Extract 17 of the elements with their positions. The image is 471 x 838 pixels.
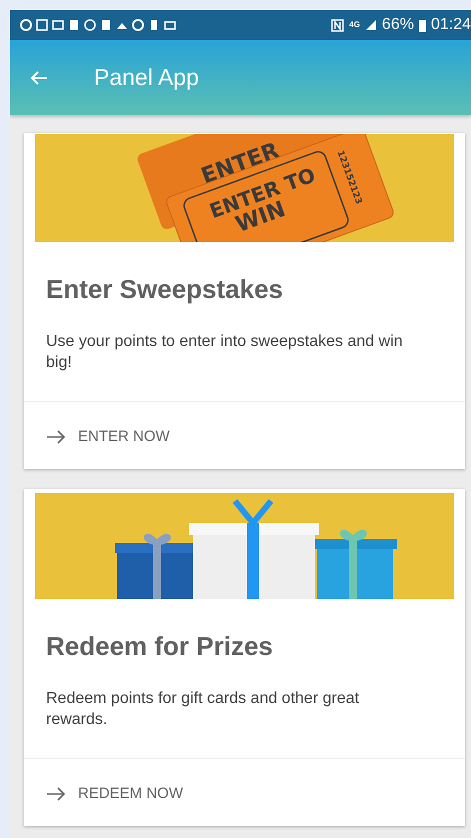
battery-percent: 66%: [382, 16, 414, 34]
card-description: Use your points to enter into sweepstakes and win big!: [46, 332, 404, 373]
action-button[interactable]: REDEEM NOW: [24, 759, 465, 826]
clock: 01:24: [430, 16, 471, 34]
back-button[interactable]: [30, 70, 48, 86]
signal-icon: [364, 19, 377, 31]
back-arrow-icon: [30, 70, 48, 86]
arrow-right-icon: [46, 786, 66, 802]
card-title: Enter Sweepstakes: [46, 274, 284, 305]
arrow-right-icon: [46, 428, 66, 444]
action-button[interactable]: ENTER NOW: [24, 402, 465, 469]
battery-icon: [418, 18, 426, 32]
network-type: 4G: [349, 21, 360, 29]
app-title: Panel App: [94, 64, 199, 91]
card-title: Redeem for Prizes: [46, 631, 274, 662]
nfc-icon: [331, 18, 344, 32]
card-description: Redeem points for gift cards and other great rewards.: [46, 689, 360, 730]
